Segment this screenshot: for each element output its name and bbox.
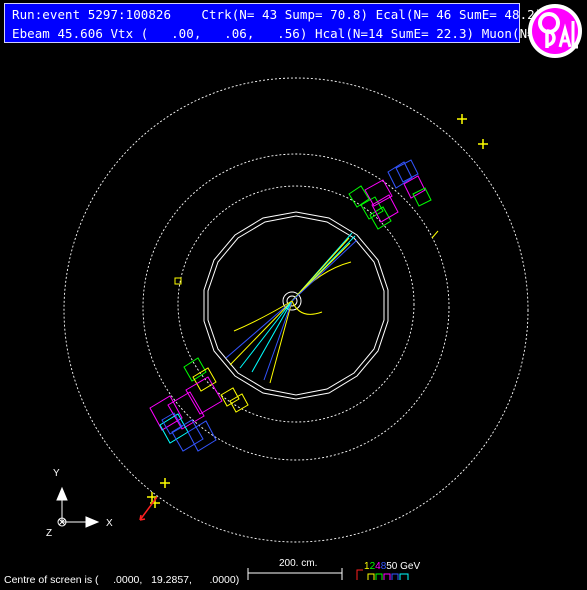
energy-scale-labels: 124850 GeV: [364, 561, 420, 572]
calorimeter-clusters-upper: [348, 159, 439, 239]
calorimeter-clusters-lower: [149, 277, 249, 452]
scale-bar-label: 200. cm.: [279, 558, 318, 569]
event-info-line-1: Run:event 5297:100826 Ctrk(N= 43 Sump= 7…: [12, 7, 543, 22]
event-header-panel: Run:event 5297:100826 Ctrk(N= 43 Sump= 7…: [4, 3, 557, 43]
energy-scale-50gev: 50 GeV: [386, 561, 421, 572]
tracks: [225, 232, 358, 384]
axis-widget: [56, 486, 100, 528]
x-axis-label: X: [106, 518, 113, 529]
event-display: [56, 77, 529, 580]
event-info-line-2: Ebeam 45.606 Vtx ( .00, .06, .56) Hcal(N…: [12, 26, 558, 41]
opal-logo: [528, 4, 582, 58]
scale-bar: [247, 568, 343, 580]
muon-markers: [139, 114, 488, 521]
screen-centre-readout: Centre of screen is ( .0000, 19.2857, .0…: [4, 574, 240, 586]
detector-outlines: [63, 77, 529, 543]
y-axis-label: Y: [53, 468, 60, 479]
z-axis-label: Z: [46, 528, 53, 539]
